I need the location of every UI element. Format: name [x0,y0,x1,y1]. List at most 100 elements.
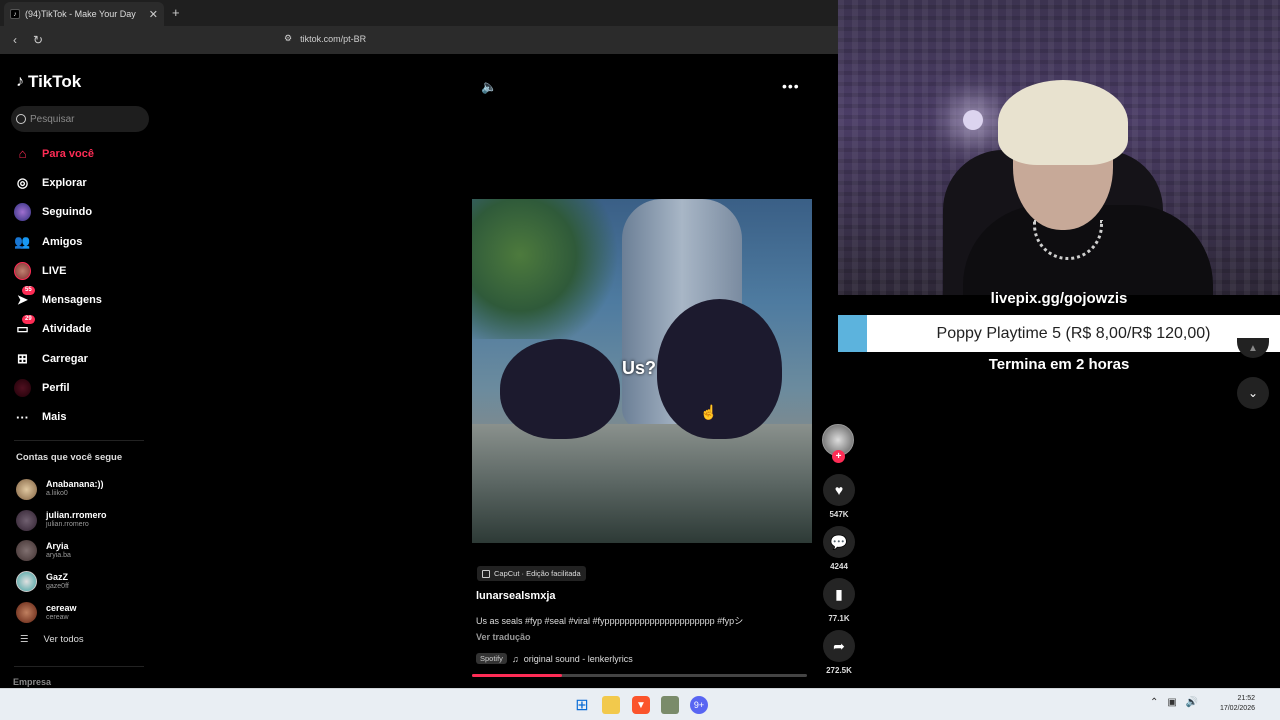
avatar [16,571,37,593]
taskbar: ⊞ ▼ 9+ ⌃ ▣ 🔊 21:52 17/02/2026 [0,688,1280,720]
share-button[interactable]: ➦ 272.5K [821,630,857,675]
capcut-tag[interactable]: CapCut · Edição facilitada [477,566,586,581]
webcam-person-hair [998,80,1128,165]
windows-start-icon[interactable]: ⊞ [573,696,591,714]
save-count: 77.1K [828,614,850,623]
share-count: 272.5K [826,666,852,675]
volume-icon[interactable]: 🔈 [481,79,497,95]
search-box[interactable] [11,106,149,132]
browser-tab[interactable]: ♪ (94)TikTok - Make Your Day ✕ [4,2,164,26]
site-info-icon[interactable]: ⚙ [284,33,292,44]
url-field[interactable]: ⚙ tiktok.com/pt-BR [284,33,366,44]
avatar [16,602,37,624]
following-item[interactable]: cereaw cereaw [16,597,107,628]
clock[interactable]: 21:52 17/02/2026 [1205,694,1255,714]
following-item[interactable]: Aryia aryia.ba [16,536,107,567]
speaker-icon[interactable]: 🔊 [1186,697,1198,708]
sound-title: original sound - lenkerlyrics [523,653,633,664]
game-launcher-icon[interactable] [661,696,679,714]
webcam-feed [838,0,1280,295]
browser-window: ♪ (94)TikTok - Make Your Day ✕ + ‹ ↻ ⚙ t… [0,0,855,688]
livepix-link: livepix.gg/gojowzis [990,290,1128,307]
video-player[interactable]: Us? [472,199,812,543]
following-item[interactable]: julian.rromero julian.rromero [16,505,107,536]
nav-label: Mensagens [42,294,102,307]
like-count: 547K [829,510,849,519]
search-input[interactable] [30,113,140,125]
like-button[interactable]: ♥ 547K [821,474,857,519]
reload-icon[interactable]: ↻ [30,32,46,48]
following-item[interactable]: Anabanana:)) a.liiko0 [16,474,107,505]
file-explorer-icon[interactable] [602,696,620,714]
home-icon: ⌂ [18,146,27,162]
friends-icon: 👥 [14,233,31,249]
nav-seguindo[interactable]: Seguindo [14,198,102,227]
nav-live[interactable]: LIVE [14,256,102,285]
clock-time: 21:52 [1237,695,1255,702]
video-progress[interactable] [472,674,807,677]
tiktok-logo[interactable]: ♪ TikTok [16,72,81,92]
network-icon[interactable]: ▣ [1167,697,1176,708]
chevron-up-icon[interactable]: ▲ [1237,338,1269,358]
following-list: Anabanana:)) a.liiko0 julian.rromero julia… [16,474,107,628]
tiktok-note-icon: ♪ [16,73,24,90]
video-progress-fill [472,674,563,677]
comment-button[interactable]: 💬 4244 [821,526,857,571]
heart-icon: ♥ [823,474,855,506]
following-handle: julian.rromero [46,521,89,529]
see-all-link[interactable]: ☰ Ver todos [20,634,84,645]
address-bar: ‹ ↻ ⚙ tiktok.com/pt-BR [0,26,838,54]
nav-amigos[interactable]: 👥 Amigos [14,227,102,256]
messages-badge: 55 [22,285,35,295]
following-name: Aryia [46,540,69,551]
send-icon: ➤ 55 [14,285,35,309]
nav-mais[interactable]: ··· Mais [14,403,102,432]
video-foliage [472,199,632,339]
sound-link[interactable]: Spotify ♫ original sound - lenkerlyrics [476,653,633,664]
brave-browser-icon[interactable]: ▼ [632,696,650,714]
following-name: cereaw [46,602,77,613]
url-text: tiktok.com/pt-BR [300,33,367,44]
company-link[interactable]: Empresa [13,677,51,687]
chevron-up-tray-icon[interactable]: ⌃ [1150,697,1158,708]
follow-plus-icon[interactable]: + [832,450,845,463]
chevron-down-icon[interactable]: ⌄ [1237,377,1269,409]
tiktok-icon: ♪ [10,9,20,19]
nav-label: Amigos [42,235,83,248]
translate-link[interactable]: Ver tradução [476,632,531,642]
avatar [16,509,37,531]
save-button[interactable]: ▮ 77.1K [821,578,857,623]
discord-icon[interactable]: 9+ [690,696,708,714]
new-tab-icon[interactable]: + [172,5,180,20]
nav-label: Carregar [42,352,88,365]
back-icon[interactable]: ‹ [7,32,23,48]
divider [14,666,144,667]
activity-badge: 29 [22,314,35,324]
following-avatar [14,203,31,222]
following-handle: gaze0ff [46,582,69,590]
following-name: Anabanana:)) [46,479,104,490]
following-name: julian.rromero [46,510,107,521]
nav-atividade[interactable]: ▭ 29 Atividade [14,314,102,344]
following-handle: aryia.ba [46,551,71,559]
system-tray: ⌃ ▣ 🔊 [1150,697,1198,708]
capcut-label: CapCut · Edição facilitada [494,569,581,578]
video-author[interactable]: lunarsealsmxja [476,590,556,602]
nav-perfil[interactable]: Perfil [14,373,102,402]
more-options-icon[interactable]: ••• [782,78,800,94]
comment-count: 4244 [830,562,848,571]
nav-para-voce[interactable]: ⌂ Para você [14,139,102,168]
spotify-tag[interactable]: Spotify [476,653,507,664]
following-item[interactable]: GazZ gaze0ff [16,566,107,597]
nav-explorar[interactable]: ◎ Explorar [14,168,102,197]
live-avatar [14,261,31,280]
nav-label: Mais [42,411,67,424]
nav-carregar[interactable]: ⊞ Carregar [14,344,102,373]
close-tab-icon[interactable]: ✕ [149,8,158,21]
following-handle: a.liiko0 [46,490,68,498]
nav-mensagens[interactable]: ➤ 55 Mensagens [14,285,102,314]
goal-text: Poppy Playtime 5 (R$ 8,00/R$ 120,00) [936,324,1211,342]
following-name: GazZ [46,571,69,582]
discord-badge: 9+ [693,700,705,710]
nav-label: Atividade [42,323,92,336]
